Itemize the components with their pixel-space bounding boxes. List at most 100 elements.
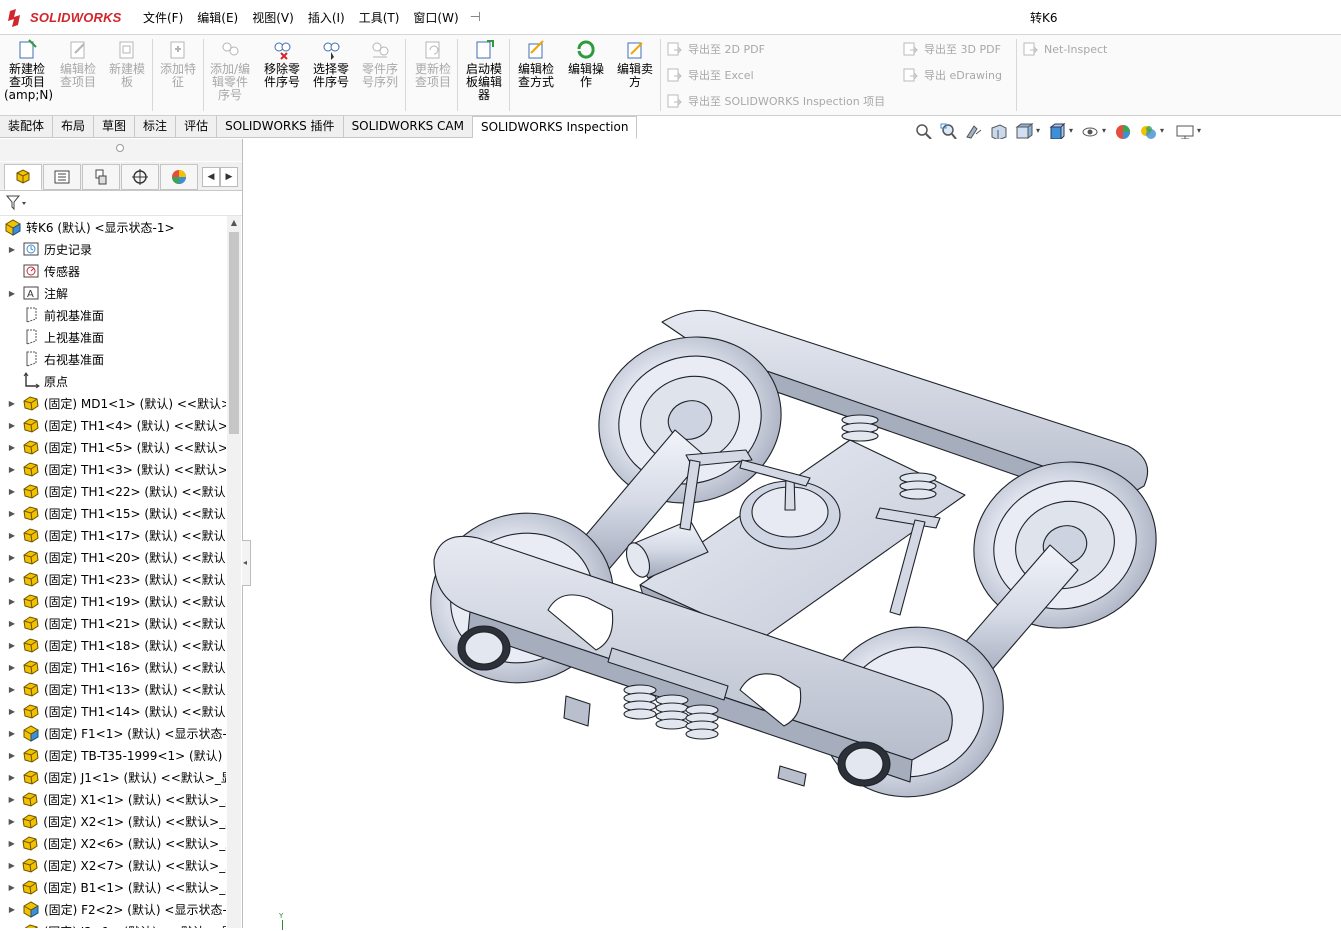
tab-scroll-right-button[interactable]: ▶ xyxy=(220,167,238,187)
tree-scrollbar[interactable]: ▲ xyxy=(227,216,241,928)
tree-root[interactable]: 转K6 (默认) <显示状态-1> xyxy=(0,216,226,238)
ribbon-button-remove-balloon[interactable]: 移除零 件序号 xyxy=(259,37,305,89)
menu-edit[interactable]: 编辑(E) xyxy=(190,9,245,26)
menu-window[interactable]: 窗口(W) xyxy=(406,9,465,26)
expand-arrow-icon[interactable]: ▶ xyxy=(6,399,18,408)
tree-item[interactable]: 前视基准面 xyxy=(0,304,226,326)
tab-6[interactable]: SOLIDWORKS CAM xyxy=(343,116,473,138)
expand-arrow-icon[interactable]: ▶ xyxy=(6,817,17,826)
tree-item[interactable]: 上视基准面 xyxy=(0,326,226,348)
expand-arrow-icon[interactable]: ▶ xyxy=(6,839,17,848)
tab-scroll-left-button[interactable]: ◀ xyxy=(202,167,220,187)
pin-icon[interactable]: ⊣ xyxy=(470,10,481,25)
property-manager-tab[interactable] xyxy=(43,164,81,190)
ribbon-export-2d-pdf[interactable]: 导出至 2D PDF xyxy=(666,41,765,57)
tree-item[interactable]: ▶ (固定) TH1<3> (默认) <<默认> xyxy=(0,458,226,480)
ribbon-button-select-balloon[interactable]: 选择零 件序号 xyxy=(308,37,354,89)
feature-tree-tab[interactable] xyxy=(4,164,42,190)
menu-view[interactable]: 视图(V) xyxy=(245,9,301,26)
ribbon-export-excel[interactable]: 导出至 Excel xyxy=(666,67,754,83)
tree-item[interactable]: ▶ (固定) X2<6> (默认) <<默认>_显 xyxy=(0,832,226,854)
tab-5[interactable]: SOLIDWORKS 插件 xyxy=(217,116,344,138)
expand-arrow-icon[interactable]: ▶ xyxy=(6,553,18,562)
tree-item[interactable]: ▶ (固定) TH1<21> (默认) <<默认 xyxy=(0,612,226,634)
expand-arrow-icon[interactable]: ▶ xyxy=(6,289,18,298)
tree-item[interactable]: ▶ (固定) TH1<17> (默认) <<默认 xyxy=(0,524,226,546)
expand-arrow-icon[interactable]: ▶ xyxy=(6,883,17,892)
expand-arrow-icon[interactable]: ▶ xyxy=(6,663,18,672)
tree-item[interactable]: ▶ (固定) TH1<16> (默认) <<默认 xyxy=(0,656,226,678)
tab-3[interactable]: 标注 xyxy=(135,116,177,138)
ribbon-button-new-template[interactable]: 新建模 板 xyxy=(104,37,150,89)
tree-item[interactable]: 原点 xyxy=(0,370,226,392)
ribbon-button-edit-vendor[interactable]: 编辑卖 方 xyxy=(612,37,658,89)
expand-arrow-icon[interactable]: ▶ xyxy=(6,245,18,254)
expand-arrow-icon[interactable]: ▶ xyxy=(6,509,18,518)
ribbon-button-new-inspection[interactable]: 新建检 查项目 (amp;N) xyxy=(4,37,53,102)
tree-item[interactable]: ▶ (固定) TH1<15> (默认) <<默认 xyxy=(0,502,226,524)
dimxpert-tab[interactable] xyxy=(121,164,159,190)
tree-item[interactable]: 传感器 xyxy=(0,260,226,282)
tree-item[interactable]: 右视基准面 xyxy=(0,348,226,370)
tab-0[interactable]: 装配体 xyxy=(0,116,54,138)
ribbon-button-add-feature[interactable]: 添加特 征 xyxy=(155,37,201,89)
expand-arrow-icon[interactable]: ▶ xyxy=(6,685,18,694)
expand-arrow-icon[interactable]: ▶ xyxy=(6,773,18,782)
tree-item[interactable]: ▶ (固定) TH1<23> (默认) <<默认 xyxy=(0,568,226,590)
expand-arrow-icon[interactable]: ▶ xyxy=(6,861,17,870)
tree-item[interactable]: ▶ A 注解 xyxy=(0,282,226,304)
scroll-thumb[interactable] xyxy=(229,232,239,434)
graphics-area[interactable] xyxy=(251,139,1341,928)
tree-item[interactable]: ▶ (固定) TH1<5> (默认) <<默认> xyxy=(0,436,226,458)
ribbon-export-inspection-project[interactable]: 导出至 SOLIDWORKS Inspection 项目 xyxy=(666,93,885,109)
configuration-manager-tab[interactable] xyxy=(82,164,120,190)
tab-1[interactable]: 布局 xyxy=(53,116,95,138)
tree-item[interactable]: ▶(固定) J2<1> (默认) <<默认>_显 xyxy=(0,920,226,928)
menu-tools[interactable]: 工具(T) xyxy=(352,9,407,26)
ribbon-net-inspect[interactable]: Net-Inspect xyxy=(1022,41,1107,57)
bogie-3d-model[interactable] xyxy=(251,139,1341,928)
panel-splitter[interactable]: ◂ xyxy=(242,540,251,586)
ribbon-button-edit-method[interactable]: 编辑检 查方式 xyxy=(513,37,559,89)
ribbon-button-add-balloon[interactable]: 添加/编 辑零件 序号 xyxy=(207,37,253,102)
tree-item[interactable]: ▶ (固定) X2<7> (默认) <<默认>_显 xyxy=(0,854,226,876)
expand-arrow-icon[interactable]: ▶ xyxy=(6,575,18,584)
ribbon-button-edit-operation[interactable]: 编辑操 作 xyxy=(563,37,609,89)
expand-arrow-icon[interactable]: ▶ xyxy=(6,729,18,738)
menu-insert[interactable]: 插入(I) xyxy=(301,9,352,26)
tree-item[interactable]: ▶ (固定) X1<1> (默认) <<默认>_显 xyxy=(0,788,226,810)
expand-arrow-icon[interactable]: ▶ xyxy=(6,421,18,430)
ribbon-button-edit-inspection[interactable]: 编辑检 查项目 xyxy=(55,37,101,89)
ribbon-button-balloon-sequence[interactable]: 零件序 号序列 xyxy=(357,37,403,89)
expand-arrow-icon[interactable]: ▶ xyxy=(6,597,18,606)
tree-item[interactable]: ▶ (固定) X2<1> (默认) <<默认>_显 xyxy=(0,810,226,832)
ribbon-button-template-editor[interactable]: 启动模 板编辑 器 xyxy=(461,37,507,102)
tree-item[interactable]: ▶ (固定) F2<2> (默认) <显示状态- xyxy=(0,898,226,920)
tree-item[interactable]: ▶ (固定) TH1<18> (默认) <<默认 xyxy=(0,634,226,656)
tree-item[interactable]: ▶ (固定) TH1<13> (默认) <<默认 xyxy=(0,678,226,700)
expand-arrow-icon[interactable]: ▶ xyxy=(6,751,18,760)
tree-item[interactable]: ▶ (固定) TH1<14> (默认) <<默认 xyxy=(0,700,226,722)
tree-item[interactable]: ▶ (固定) J1<1> (默认) <<默认>_显 xyxy=(0,766,226,788)
expand-arrow-icon[interactable]: ▶ xyxy=(6,619,18,628)
tree-item[interactable]: ▶ (固定) TH1<19> (默认) <<默认 xyxy=(0,590,226,612)
menu-file[interactable]: 文件(F) xyxy=(136,9,190,26)
scroll-up-arrow[interactable]: ▲ xyxy=(227,216,241,230)
tree-item[interactable]: ▶ (固定) TH1<22> (默认) <<默认 xyxy=(0,480,226,502)
solidworks-logo[interactable]: SOLIDWORKS xyxy=(6,6,122,28)
tab-2[interactable]: 草图 xyxy=(94,116,136,138)
tab-7[interactable]: SOLIDWORKS Inspection xyxy=(472,116,638,139)
tree-item[interactable]: ▶ (固定) MD1<1> (默认) <<默认> xyxy=(0,392,226,414)
tree-filter[interactable] xyxy=(0,191,242,216)
panel-collapse-handle[interactable] xyxy=(0,139,242,161)
tree-item[interactable]: ▶ (固定) F1<1> (默认) <显示状态- xyxy=(0,722,226,744)
tree-item[interactable]: ▶ (固定) TH1<20> (默认) <<默认 xyxy=(0,546,226,568)
ribbon-button-update-inspection[interactable]: 更新检 查项目 xyxy=(410,37,456,89)
expand-arrow-icon[interactable]: ▶ xyxy=(6,795,17,804)
expand-arrow-icon[interactable]: ▶ xyxy=(6,443,18,452)
tree-item[interactable]: ▶ (固定) TH1<4> (默认) <<默认> xyxy=(0,414,226,436)
expand-arrow-icon[interactable]: ▶ xyxy=(6,531,18,540)
display-manager-tab[interactable] xyxy=(160,164,198,190)
tree-item[interactable]: ▶ (固定) B1<1> (默认) <<默认>_显 xyxy=(0,876,226,898)
expand-arrow-icon[interactable]: ▶ xyxy=(6,905,18,914)
